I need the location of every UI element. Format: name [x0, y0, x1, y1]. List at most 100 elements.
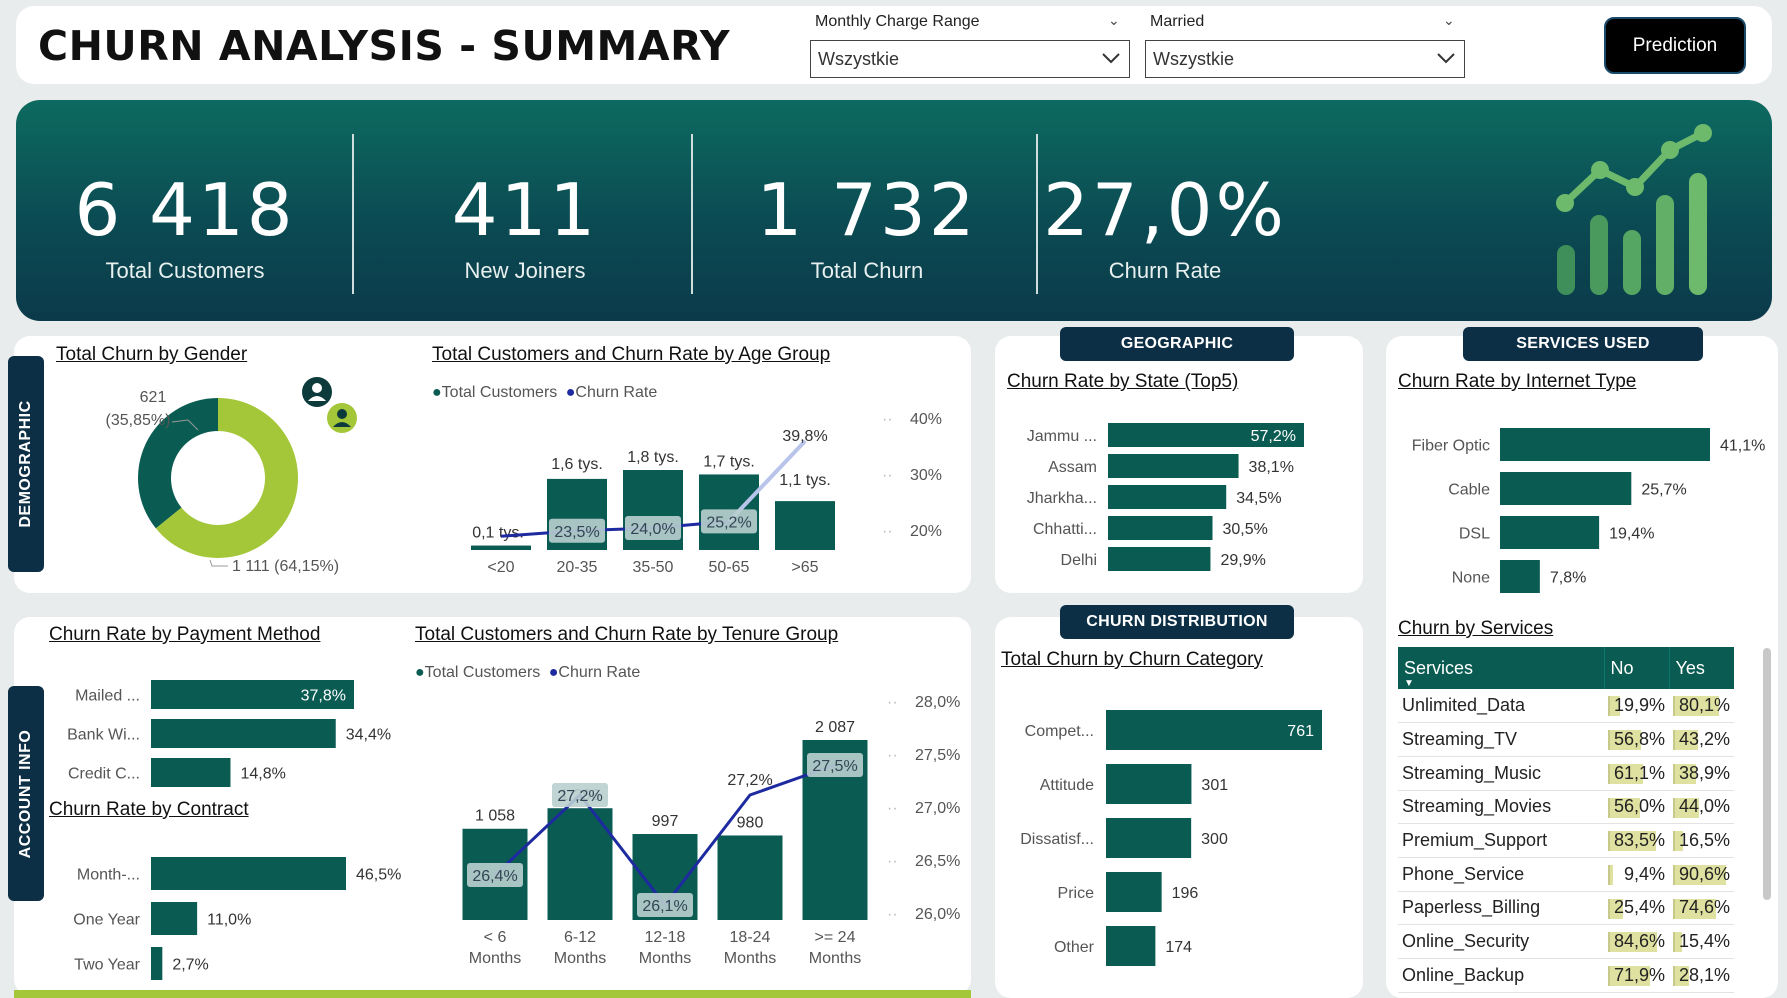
- cell-yes: 44,0%: [1669, 790, 1734, 825]
- bar[interactable]: [717, 835, 783, 920]
- data-label: 27,2%: [727, 772, 772, 789]
- bar[interactable]: [151, 857, 346, 890]
- service-name: Premium_Support: [1398, 823, 1604, 858]
- data-label: 1 058: [475, 808, 515, 825]
- data-label: 27,2%: [557, 788, 602, 805]
- gridline-dot: ··: [882, 411, 893, 428]
- gridline-dot: ··: [882, 467, 893, 484]
- bar[interactable]: [1108, 485, 1227, 509]
- data-label: 27,5%: [812, 758, 857, 775]
- filter-select-monthly-charge[interactable]: Wszystkie: [810, 40, 1130, 78]
- bar[interactable]: [1106, 818, 1192, 858]
- y2-tick-label: 20%: [910, 523, 942, 540]
- table-row[interactable]: Premium_Support 83,5% 16,5%: [1398, 823, 1734, 858]
- table-row[interactable]: Online_Security 84,6% 15,4%: [1398, 924, 1734, 959]
- cell-yes: 90,6%: [1669, 857, 1734, 892]
- bar[interactable]: [151, 902, 198, 935]
- bar[interactable]: [471, 545, 531, 550]
- x-tick-label: Months: [554, 950, 606, 967]
- data-label: 1,6 tys.: [551, 456, 603, 473]
- tenure-group-chart[interactable]: 1 058< 6Months1 2966-12Months99712-18Mon…: [440, 690, 970, 990]
- x-tick-label: 18-24: [730, 929, 771, 946]
- y-tick-label: Assam: [1048, 459, 1097, 476]
- contract-chart[interactable]: Month-... 46,5% One Year 11,0% Two Year 2,7%: [50, 850, 410, 985]
- x-tick-label: 50-65: [709, 559, 750, 576]
- column-header-services[interactable]: Services ▼: [1398, 647, 1604, 689]
- y-tick-label: Jammu ...: [1027, 428, 1097, 445]
- data-label: 25,2%: [706, 514, 751, 531]
- filter-label-married: Married: [1150, 13, 1205, 30]
- y-tick-label: Attitude: [1040, 777, 1094, 794]
- service-name: Online_Backup: [1398, 958, 1604, 993]
- column-header-yes[interactable]: Yes: [1668, 647, 1734, 689]
- bar[interactable]: [1106, 926, 1156, 966]
- gridline-dot: ··: [887, 853, 898, 870]
- internet-type-chart[interactable]: Fiber Optic 41,1% Cable 25,7% DSL 19,4% None 7,…: [1390, 420, 1775, 600]
- cell-yes: 80,1%: [1669, 689, 1734, 724]
- payment-method-chart[interactable]: Mailed ... 37,8% Bank Wi... 34,4% Credit C..…: [50, 670, 410, 795]
- table-row[interactable]: Streaming_Music 61,1% 38,9%: [1398, 756, 1734, 791]
- y-tick-label: None: [1452, 570, 1490, 587]
- data-label: 25,7%: [1641, 482, 1686, 499]
- table-row[interactable]: Unlimited_Data 19,9% 80,1%: [1398, 689, 1734, 724]
- table-scrollbar[interactable]: [1763, 648, 1771, 900]
- sort-desc-icon[interactable]: ▼: [1404, 678, 1414, 689]
- y-tick-label: Fiber Optic: [1412, 438, 1490, 455]
- cell-yes: 16,5%: [1669, 823, 1734, 858]
- bar[interactable]: [1108, 547, 1211, 571]
- bar[interactable]: [1108, 516, 1213, 540]
- bar[interactable]: [151, 758, 231, 787]
- chevron-down-icon[interactable]: ⌄: [1443, 12, 1455, 29]
- growth-chart-icon: [1556, 124, 1712, 295]
- age-group-chart[interactable]: 0,1 tys. <20 1,6 tys. 20-35 1,8 tys. 35-50 1,7…: [440, 405, 970, 585]
- y-tick-label: Mailed ...: [75, 688, 140, 705]
- bar[interactable]: [1106, 764, 1192, 804]
- bar[interactable]: [1500, 428, 1710, 461]
- page-title: CHURN ANALYSIS - SUMMARY: [38, 22, 731, 70]
- bar[interactable]: [1106, 872, 1162, 912]
- filter-select-married[interactable]: Wszystkie: [1145, 40, 1465, 78]
- table-row[interactable]: Online_Backup 71,9% 28,1%: [1398, 958, 1734, 993]
- y-tick-label: Jharkha...: [1027, 490, 1097, 507]
- bar[interactable]: [1500, 516, 1600, 549]
- churn-category-chart[interactable]: Compet... 761 Attitude 301 Dissatisf... 300 Pr…: [1000, 700, 1360, 970]
- y2-tick-label: 26,0%: [915, 906, 960, 923]
- chevron-down-icon[interactable]: ⌄: [1108, 12, 1120, 29]
- bar[interactable]: [151, 719, 336, 748]
- service-name: Streaming_Movies: [1398, 790, 1604, 825]
- y2-tick-label: 27,0%: [915, 800, 960, 817]
- filter-value: Wszystkie: [818, 49, 899, 69]
- chart-title-state: Churn Rate by State (Top5): [1007, 371, 1239, 392]
- prediction-button[interactable]: Prediction: [1604, 17, 1746, 74]
- chart-title-payment: Churn Rate by Payment Method: [49, 624, 321, 645]
- data-label: 300: [1201, 831, 1228, 848]
- cell-yes: 28,1%: [1669, 958, 1734, 993]
- data-label: 997: [652, 813, 679, 830]
- table-row[interactable]: Streaming_TV 56,8% 43,2%: [1398, 722, 1734, 757]
- y-tick-label: Two Year: [74, 957, 141, 974]
- column-header-no[interactable]: No: [1603, 647, 1669, 689]
- gridline-dot: ··: [882, 523, 893, 540]
- table-row[interactable]: Phone_Service 9,4% 90,6%: [1398, 857, 1734, 892]
- table-row[interactable]: Paperless_Billing 25,4% 74,6%: [1398, 891, 1734, 926]
- section-tag-services-used: SERVICES USED: [1463, 327, 1703, 361]
- y2-tick-label: 30%: [910, 467, 942, 484]
- y-tick-label: Delhi: [1061, 552, 1097, 569]
- section-tag-account-info: ACCOUNT INFO: [8, 686, 44, 901]
- bar[interactable]: [151, 947, 163, 980]
- bar[interactable]: [1500, 472, 1632, 505]
- state-chart[interactable]: Jammu ... 57,2% Assam 38,1% Jharkha... 34,5% C…: [1000, 415, 1360, 585]
- data-label: 196: [1172, 885, 1199, 902]
- data-label: 19,4%: [1609, 526, 1654, 543]
- table-row[interactable]: Streaming_Movies 56,0% 44,0%: [1398, 790, 1734, 825]
- data-label: 2 087: [815, 719, 855, 736]
- bar[interactable]: [1500, 560, 1540, 593]
- data-label: 301: [1201, 777, 1228, 794]
- gridline-dot: ··: [887, 694, 898, 711]
- bar[interactable]: [775, 501, 835, 550]
- kpi-divider: [691, 134, 693, 294]
- legend-tenure: ●Total Customers ●Churn Rate: [415, 664, 641, 681]
- data-label: 2,7%: [172, 957, 208, 974]
- bar[interactable]: [1108, 454, 1239, 478]
- data-label: 7,8%: [1550, 570, 1586, 587]
